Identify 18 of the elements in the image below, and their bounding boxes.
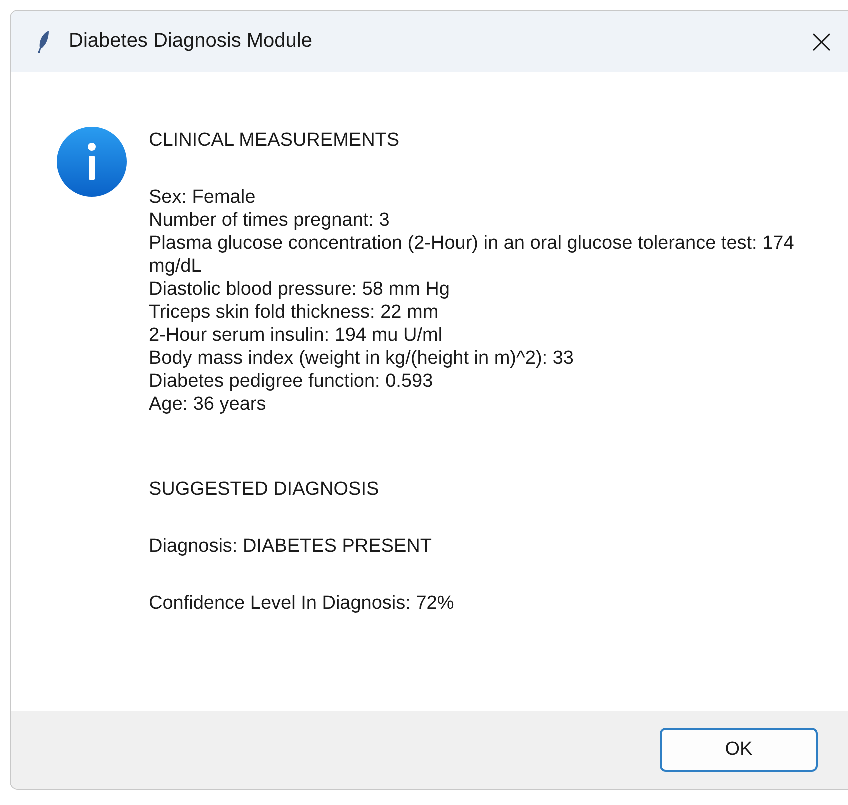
section-heading: SUGGESTED DIAGNOSIS [149, 478, 380, 501]
message-text: Sex: Female [149, 186, 257, 209]
window-title: Diabetes Diagnosis Module [69, 30, 312, 53]
message-text: Diastolic blood pressure: 58 mm Hg [149, 278, 451, 301]
ok-button[interactable]: OK [660, 728, 818, 772]
message-text: Diagnosis: DIABETES PRESENT [149, 535, 433, 558]
info-icon [56, 126, 128, 198]
feather-icon [37, 30, 51, 54]
message-text: Body mass index (weight in kg/(height in m)^2): 33 [149, 347, 575, 370]
message-text: Number of times pregnant: 3 [149, 209, 391, 232]
section-heading: CLINICAL MEASUREMENTS [149, 129, 401, 152]
message-text: Triceps skin fold thickness: 22 mm [149, 301, 440, 324]
message-text: Confidence Level In Diagnosis: 72% [149, 592, 456, 615]
message-text: Age: 36 years [149, 393, 268, 416]
close-button[interactable]: × [804, 24, 840, 58]
message-text: 2-Hour serum insulin: 194 mu U/ml [149, 324, 444, 347]
message-text: Plasma glucose concentration (2-Hour) in an oral glucose tolerance test: 174 mg/dL [149, 232, 796, 278]
message-text: Diabetes pedigree function: 0.593 [149, 370, 434, 393]
